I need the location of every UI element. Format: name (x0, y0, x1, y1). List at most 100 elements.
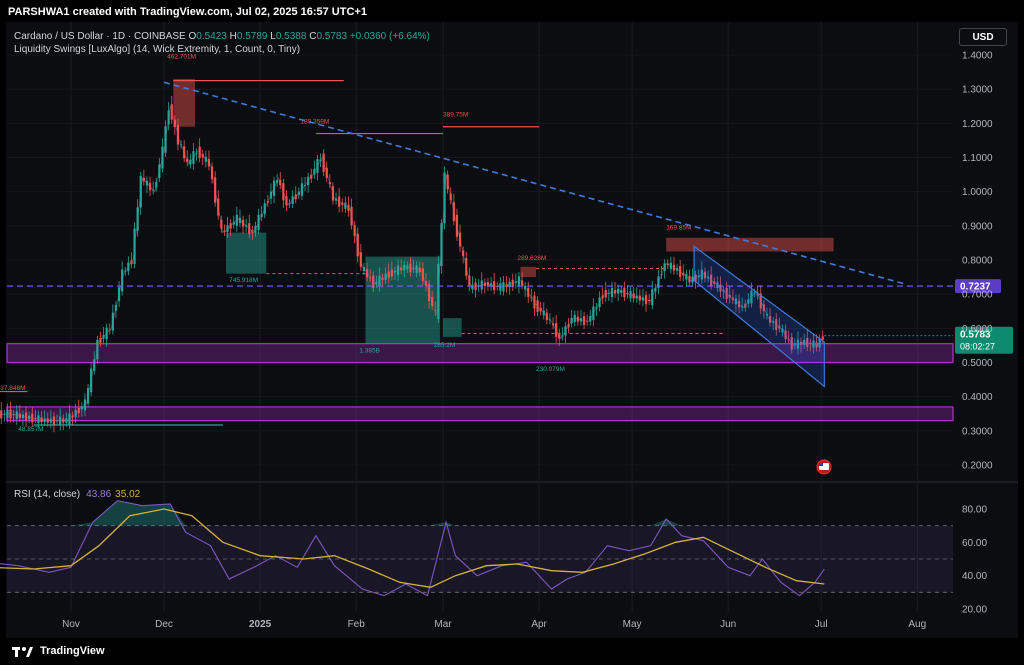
candle-body (387, 271, 390, 278)
currency-button[interactable]: USD (959, 28, 1007, 46)
candle-body (257, 214, 260, 230)
liquidity-label: 230.079M (536, 366, 565, 373)
candle-body (86, 388, 90, 404)
price-chart-canvas[interactable]: 462.701M189.359M389.75M169.85M289.628M74… (0, 0, 1024, 665)
candle-body (586, 320, 589, 322)
candle-body (183, 146, 186, 159)
candle-body (381, 277, 384, 280)
candle-body (530, 296, 533, 298)
liquidity-label: 289.628M (517, 255, 546, 262)
candle-body (245, 225, 248, 227)
candle-body (263, 203, 266, 215)
y-tick-label: 0.3000 (962, 426, 993, 437)
liquidity-box-green (443, 318, 462, 337)
candle-body (406, 265, 409, 269)
ohlc-low: L0.5388 (270, 31, 307, 42)
x-tick-label: Aug (908, 619, 926, 630)
candle-body (421, 268, 424, 282)
candle-body (192, 151, 195, 164)
candle-body (319, 159, 322, 162)
candle-body (660, 274, 663, 276)
candle-body (663, 263, 666, 271)
candle-body (582, 316, 586, 325)
rsi-legend[interactable]: RSI (14, close) 43.86 35.02 (14, 489, 140, 500)
candle-body (517, 276, 521, 286)
candle-body (536, 300, 539, 312)
candle-body (108, 329, 111, 331)
candle-body (595, 307, 598, 309)
candle-body (232, 221, 235, 225)
candle-body (465, 257, 468, 276)
y-tick-label: 0.8000 (962, 256, 993, 267)
candle-body (617, 288, 620, 294)
candle-body (403, 264, 406, 271)
x-tick-label: Apr (531, 619, 547, 630)
candle-body (90, 368, 93, 393)
candle-body (396, 265, 400, 276)
candle-body (654, 288, 657, 292)
candle-body (424, 281, 428, 286)
candle-body (136, 207, 139, 231)
candle-body (55, 420, 59, 422)
candle-body (418, 267, 421, 273)
candle-body (310, 174, 313, 179)
candle-body (297, 191, 300, 196)
candle-body (527, 288, 530, 297)
candle-body (480, 280, 483, 290)
candle-body (514, 281, 517, 283)
candle-body (620, 289, 623, 293)
candle-body (43, 418, 46, 423)
candle-body (272, 180, 276, 196)
tradingview-footer[interactable]: TradingView (12, 645, 105, 657)
candle-body (300, 183, 304, 196)
rsi-tick-label: 40.00 (962, 571, 987, 582)
candle-body (210, 166, 214, 180)
rsi-tick-label: 60.00 (962, 538, 987, 549)
candle-body (189, 159, 192, 165)
candle-body (648, 300, 651, 301)
candle-body (390, 269, 393, 277)
y-tick-label: 1.2000 (962, 119, 993, 130)
candle-body (152, 189, 155, 191)
candle-body (601, 295, 604, 299)
candle-body (62, 418, 65, 423)
candle-body (121, 269, 124, 292)
candle-body (18, 413, 21, 419)
candle-body (350, 206, 353, 226)
ohlc-close: C0.5783 (309, 31, 348, 42)
x-tick-label: Feb (348, 619, 366, 630)
candle-body (316, 159, 319, 173)
candle-body (688, 275, 691, 283)
candle-body (223, 230, 226, 232)
candle-body (347, 204, 350, 211)
candle-body (455, 214, 459, 237)
candle-body (214, 177, 217, 203)
candle-body (155, 182, 158, 188)
candle-body (24, 412, 28, 422)
candle-body (443, 172, 446, 224)
candle-body (551, 323, 555, 326)
candle-body (474, 282, 477, 291)
candle-body (362, 267, 366, 271)
candle-body (12, 414, 15, 416)
candle-body (31, 413, 34, 423)
candle-body (629, 291, 632, 299)
candle-body (567, 324, 570, 328)
candle-body (685, 273, 688, 280)
y-tick-label: 0.6000 (962, 324, 993, 335)
candle-body (341, 202, 344, 205)
candle-body (471, 284, 474, 290)
candle-body (434, 309, 437, 311)
candle-body (666, 263, 669, 266)
y-tick-label: 1.1000 (962, 153, 993, 164)
candle-body (400, 267, 403, 271)
liquidity-label: 1.385B (359, 347, 380, 354)
liquidity-label: 137.848M (0, 385, 26, 392)
candle-body (285, 196, 288, 206)
y-tick-label: 0.9000 (962, 221, 993, 232)
candle-body (313, 168, 316, 175)
candle-body (15, 411, 18, 419)
candle-body (626, 293, 629, 295)
indicator-legend[interactable]: Liquidity Swings [LuxAlgo] (14, Wick Ext… (14, 44, 300, 55)
rsi-tick-label: 80.00 (962, 505, 987, 516)
